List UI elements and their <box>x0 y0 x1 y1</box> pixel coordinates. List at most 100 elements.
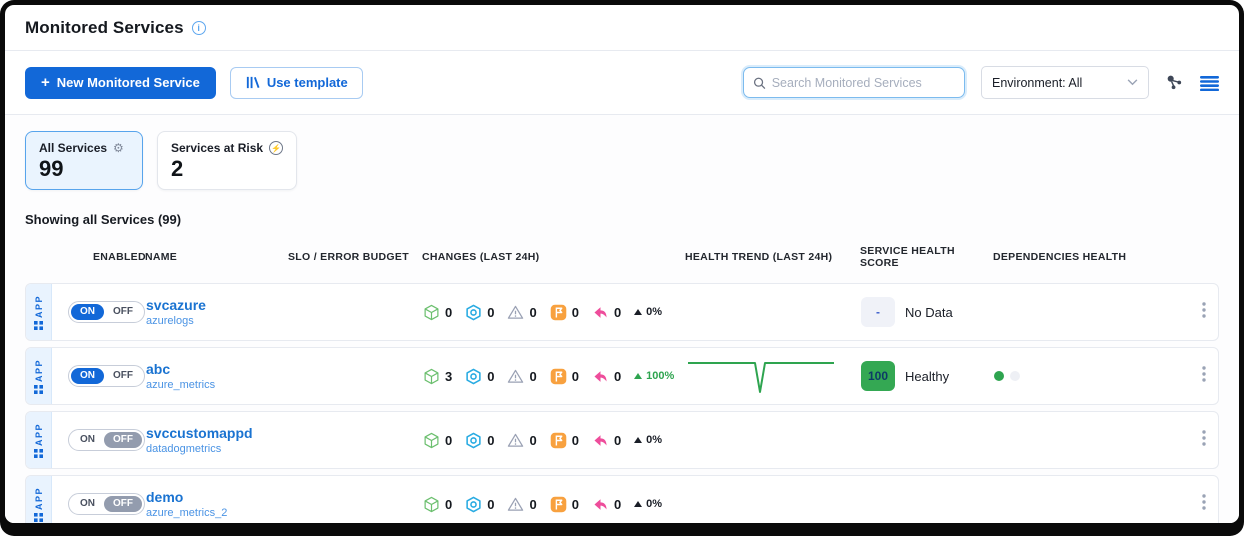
delta-up-icon <box>634 501 642 507</box>
col-changes: CHANGES (LAST 24H) <box>422 251 685 263</box>
incident-share-icon <box>592 432 609 449</box>
app-tag-label: APP <box>34 487 44 510</box>
health-score-cell: 100 Healthy <box>861 361 994 391</box>
table-header: ENABLED NAME SLO / ERROR BUDGET CHANGES … <box>25 245 1219 269</box>
service-enabled-toggle[interactable]: ON OFF <box>68 365 145 387</box>
alert-triangle-icon <box>507 304 524 321</box>
info-icon[interactable]: i <box>192 21 206 35</box>
col-health-score: SERVICE HEALTH SCORE <box>860 245 993 269</box>
kebab-menu-icon[interactable] <box>1202 302 1206 323</box>
search-box <box>743 67 965 98</box>
deployment-cube-icon <box>423 304 440 321</box>
service-name-link[interactable]: svccustomappd <box>146 425 289 441</box>
col-name: NAME <box>145 251 288 263</box>
app-tag-label: APP <box>34 359 44 382</box>
col-slo: SLO / ERROR BUDGET <box>288 251 422 263</box>
app-grid-icon <box>34 449 43 458</box>
changes-delta: 100% <box>634 370 674 382</box>
col-dependencies: DEPENDENCIES HEALTH <box>993 251 1133 263</box>
service-name-link[interactable]: abc <box>146 361 289 377</box>
list-view-button[interactable] <box>1200 75 1219 91</box>
new-monitored-service-button[interactable]: + New Monitored Service <box>25 67 216 99</box>
app-grid-icon <box>34 321 43 330</box>
use-template-label: Use template <box>267 75 348 90</box>
environment-select[interactable]: Environment: All <box>981 66 1149 99</box>
window-frame: Monitored Services i + New Monitored Ser… <box>0 0 1244 536</box>
changes-delta: 0% <box>634 498 662 510</box>
services-at-risk-card[interactable]: Services at Risk ⚡ 2 <box>157 131 297 190</box>
config-hex-icon <box>465 304 482 321</box>
table-row: APP ON OFF svccustomappd datadogmetrics … <box>25 411 1219 469</box>
health-score-label: No Data <box>905 305 953 320</box>
col-enabled: ENABLED <box>67 251 145 263</box>
deployment-cube-icon <box>423 368 440 385</box>
environment-select-value: Environment: All <box>992 76 1082 90</box>
risk-bolt-icon: ⚡ <box>269 141 283 155</box>
alert-triangle-icon <box>507 496 524 513</box>
kebab-menu-icon[interactable] <box>1202 366 1206 387</box>
all-services-card[interactable]: All Services ⚙ 99 <box>25 131 143 190</box>
deployment-cube-icon <box>423 432 440 449</box>
showing-services-label: Showing all Services (99) <box>25 212 1219 227</box>
incident-share-icon <box>592 304 609 321</box>
service-map-button[interactable] <box>1165 73 1184 92</box>
service-subtitle: azurelogs <box>146 315 289 327</box>
health-trend-sparkline <box>686 352 836 396</box>
config-hex-icon <box>465 432 482 449</box>
service-enabled-toggle[interactable]: ON OFF <box>68 493 145 515</box>
app-type-tag[interactable]: APP <box>26 348 52 404</box>
changes-delta: 0% <box>634 306 662 318</box>
alert-triangle-icon <box>507 432 524 449</box>
feature-flag-icon <box>550 496 567 513</box>
app-type-tag[interactable]: APP <box>26 476 52 523</box>
service-name-link[interactable]: demo <box>146 489 289 505</box>
kebab-menu-icon[interactable] <box>1202 494 1206 515</box>
dependency-unknown-dot[interactable] <box>1010 371 1020 381</box>
all-services-count: 99 <box>39 157 129 181</box>
delta-up-icon <box>634 437 642 443</box>
health-score-badge: 100 <box>861 361 895 391</box>
template-icon <box>245 75 260 90</box>
gear-icon: ⚙ <box>113 142 124 154</box>
feature-flag-icon <box>550 368 567 385</box>
dependency-healthy-dot[interactable] <box>994 371 1004 381</box>
app-type-tag[interactable]: APP <box>26 412 52 468</box>
toolbar-right: Environment: All <box>743 66 1219 99</box>
body-area: All Services ⚙ 99 Services at Risk ⚡ 2 S… <box>5 115 1239 523</box>
deployment-cube-icon <box>423 496 440 513</box>
service-enabled-toggle[interactable]: ON OFF <box>68 301 145 323</box>
app-tag-label: APP <box>34 423 44 446</box>
chevron-down-icon <box>1127 79 1138 86</box>
service-enabled-toggle[interactable]: ON OFF <box>68 429 145 451</box>
table-row: APP ON OFF svcazure azurelogs 0 0 <box>25 283 1219 341</box>
table-row: APP ON OFF demo azure_metrics_2 0 0 <box>25 475 1219 523</box>
health-score-cell: - No Data <box>861 297 994 327</box>
toolbar: + New Monitored Service Use template Env… <box>5 51 1239 115</box>
col-health-trend: HEALTH TREND (LAST 24H) <box>685 251 860 263</box>
service-name-link[interactable]: svcazure <box>146 297 289 313</box>
app-tag-label: APP <box>34 295 44 318</box>
app-grid-icon <box>34 385 43 394</box>
search-input[interactable] <box>772 76 955 90</box>
dependencies-cell <box>994 371 1134 381</box>
config-hex-icon <box>465 496 482 513</box>
feature-flag-icon <box>550 432 567 449</box>
use-template-button[interactable]: Use template <box>230 67 363 99</box>
health-trend-cell <box>686 352 861 401</box>
app-type-tag[interactable]: APP <box>26 284 52 340</box>
alert-triangle-icon <box>507 368 524 385</box>
monitored-services-page: Monitored Services i + New Monitored Ser… <box>5 5 1239 523</box>
page-header: Monitored Services i <box>5 5 1239 51</box>
services-at-risk-label: Services at Risk <box>171 141 263 155</box>
incident-share-icon <box>592 496 609 513</box>
changes-cell: 0 0 0 0 0 0% <box>423 496 686 513</box>
service-subtitle: datadogmetrics <box>146 443 289 455</box>
service-map-icon <box>1165 73 1184 92</box>
kebab-menu-icon[interactable] <box>1202 430 1206 451</box>
config-hex-icon <box>465 368 482 385</box>
changes-cell: 0 0 0 0 0 0% <box>423 432 686 449</box>
all-services-label: All Services <box>39 141 107 155</box>
incident-share-icon <box>592 368 609 385</box>
health-score-label: Healthy <box>905 369 949 384</box>
app-grid-icon <box>34 513 43 522</box>
